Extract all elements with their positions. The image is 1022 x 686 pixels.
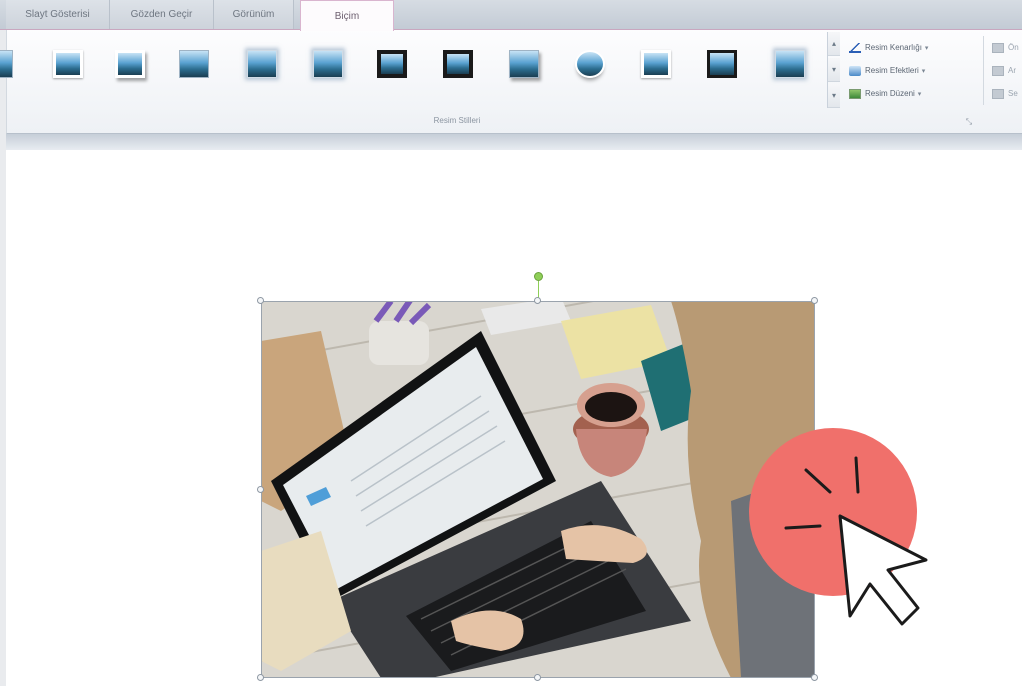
tab-label: Gözden Geçir [130, 9, 193, 20]
resize-handle-top-right[interactable] [811, 297, 818, 304]
click-circle [749, 428, 917, 596]
resize-handle-top-left[interactable] [257, 297, 264, 304]
picture-border-icon [849, 42, 861, 53]
rotate-handle[interactable] [534, 272, 543, 281]
resize-handle-top[interactable] [534, 297, 541, 304]
gallery-more-icon[interactable]: ▾ [828, 84, 840, 108]
picture-style-thumbnail-icon[interactable] [641, 50, 671, 78]
click-indicator-icon [749, 428, 928, 626]
picture-style-thumbnail-icon[interactable] [53, 50, 83, 78]
picture-style-thumbnail-icon[interactable] [115, 50, 145, 78]
tab-view[interactable]: Görünüm [214, 0, 294, 29]
picture-style-thumbnail-icon[interactable] [775, 50, 805, 78]
command-label: Se [1008, 89, 1018, 98]
picture-style-thumbnail-icon[interactable] [313, 50, 343, 78]
send-backward-icon [992, 65, 1004, 76]
gallery-scrollbar[interactable]: ▴ ▾ ▾ [827, 32, 840, 108]
command-label: Resim Kenarlığı [865, 43, 922, 52]
command-label: Resim Efektleri [865, 66, 919, 75]
scroll-down-icon[interactable]: ▾ [828, 58, 840, 82]
selected-picture[interactable] [261, 301, 815, 678]
picture-commands: Resim Kenarlığı ▾ Resim Efektleri ▾ Resi… [849, 36, 979, 105]
picture-style-thumbnail-icon[interactable] [0, 50, 13, 78]
chevron-down-icon: ▾ [921, 67, 926, 75]
tab-label: Biçim [334, 10, 360, 22]
dialog-launcher-icon[interactable]: ⤡ [964, 117, 974, 127]
command-label: Ar [1008, 66, 1016, 75]
picture-effects-icon [849, 65, 861, 76]
picture-style-thumbnail-icon[interactable] [247, 50, 277, 78]
resize-handle-bottom-left[interactable] [257, 674, 264, 681]
picture-style-thumbnail-icon[interactable] [509, 50, 539, 78]
chevron-down-icon: ▾ [924, 44, 929, 52]
resize-handle-left[interactable] [257, 486, 264, 493]
command-label: Ön [1008, 43, 1019, 52]
resize-handle-bottom[interactable] [534, 674, 541, 681]
arrange-commands: Ön Ar Se [983, 36, 1022, 105]
tab-slide-show[interactable]: Slayt Gösterisi [6, 0, 110, 29]
picture-style-thumbnail-icon[interactable] [443, 50, 473, 78]
laptop-photo-illustration [261, 301, 815, 678]
command-label: Resim Düzeni [865, 89, 915, 98]
picture-style-thumbnail-icon[interactable] [377, 50, 407, 78]
picture-effects-button[interactable]: Resim Efektleri ▾ [849, 59, 979, 82]
chevron-down-icon: ▾ [917, 90, 922, 98]
tab-format[interactable]: Biçim [300, 0, 394, 31]
ribbon-tab-bar: Slayt Gösterisi Gözden Geçir Görünüm Biç… [0, 0, 1022, 31]
bring-forward-button[interactable]: Ön [992, 36, 1022, 59]
tab-label: Slayt Gösterisi [25, 9, 90, 20]
selection-pane-button[interactable]: Se [992, 82, 1022, 105]
selection-pane-icon [992, 88, 1004, 99]
group-label-picture-styles: Resim Stilleri [433, 116, 481, 125]
picture-border-button[interactable]: Resim Kenarlığı ▾ [849, 36, 979, 59]
picture-style-thumbnail-icon[interactable] [575, 50, 605, 78]
picture-styles-gallery [0, 42, 829, 92]
bring-forward-icon [992, 42, 1004, 53]
send-backward-button[interactable]: Ar [992, 59, 1022, 82]
picture-content [261, 301, 815, 678]
picture-layout-button[interactable]: Resim Düzeni ▾ [849, 82, 979, 105]
scroll-up-icon[interactable]: ▴ [828, 32, 840, 56]
picture-style-thumbnail-icon[interactable] [179, 50, 209, 78]
ribbon-shadow [6, 134, 1022, 150]
picture-layout-icon [849, 88, 861, 99]
resize-handle-bottom-right[interactable] [811, 674, 818, 681]
ribbon-panel: ▴ ▾ ▾ Resim Kenarlığı ▾ Resim Efektleri … [0, 30, 1022, 134]
tab-review[interactable]: Gözden Geçir [110, 0, 214, 29]
picture-style-thumbnail-icon[interactable] [707, 50, 737, 78]
tab-label: Görünüm [232, 9, 275, 20]
